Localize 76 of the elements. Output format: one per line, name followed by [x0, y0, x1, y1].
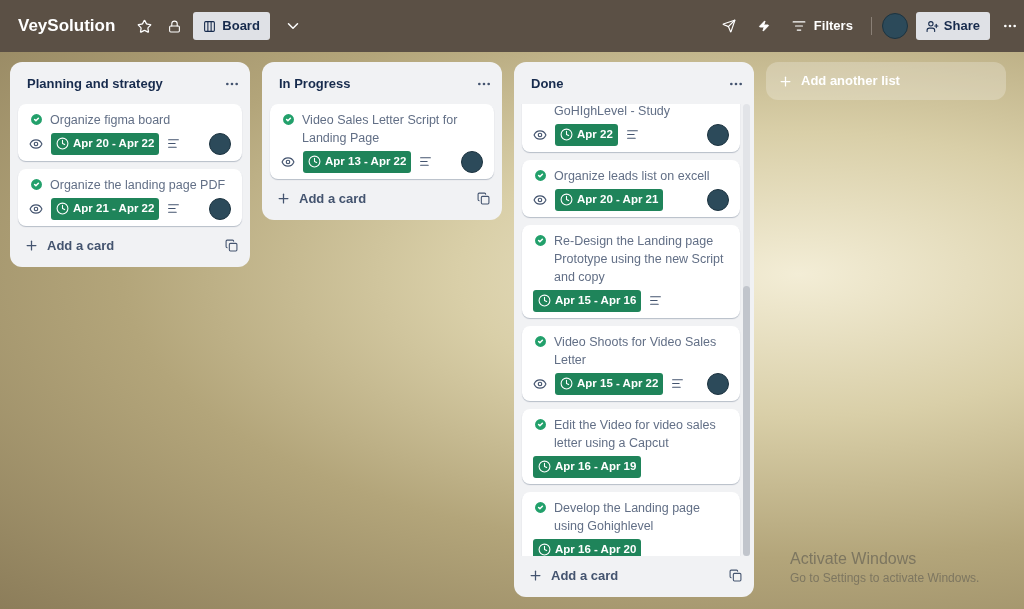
star-icon[interactable] — [137, 18, 153, 34]
avatar[interactable] — [209, 132, 231, 155]
add-card-button[interactable]: Add a card — [24, 235, 115, 255]
plus-icon — [276, 190, 291, 206]
filter-icon — [791, 19, 806, 33]
card[interactable]: GoHIghLevel - Study Apr 22 — [522, 103, 740, 152]
card[interactable]: Re-Design the Landing page Prototype using the new Script and copy Apr 15 - Apr 16 — [522, 224, 740, 318]
avatar[interactable] — [209, 197, 231, 220]
card-title: Organize figma board — [50, 111, 171, 129]
add-card-button[interactable]: Add a card — [276, 188, 367, 208]
check-icon[interactable] — [281, 111, 296, 127]
card[interactable]: Organize the landing page PDF Apr 21 - Apr 22 — [18, 168, 242, 226]
card[interactable]: Organize figma board Apr 20 - Apr 22 — [18, 103, 242, 161]
avatar[interactable] — [707, 188, 729, 211]
clock-icon — [560, 377, 573, 390]
filters-button[interactable]: Filters — [791, 16, 853, 36]
card[interactable]: Organize leads list on excell Apr 20 - Apr 21 — [522, 159, 740, 217]
template-icon[interactable] — [477, 191, 490, 205]
lock-icon[interactable] — [168, 19, 182, 33]
avatar[interactable] — [707, 123, 729, 146]
due-date-badge[interactable]: Apr 21 - Apr 22 — [51, 197, 160, 220]
template-icon[interactable] — [729, 568, 742, 582]
clock-icon — [56, 137, 69, 150]
card[interactable]: Video Shoots for Video Sales Letter Apr 15 - Apr 22 — [522, 325, 740, 401]
card[interactable]: Video Sales Letter Script for Landing Page Apr 13 - Apr 22 — [270, 103, 494, 179]
check-icon[interactable] — [533, 416, 548, 432]
due-date-badge[interactable]: Apr 20 - Apr 22 — [51, 132, 160, 155]
check-icon[interactable] — [29, 111, 44, 127]
board-view-button[interactable]: Board — [193, 12, 270, 40]
plus-icon — [528, 567, 543, 583]
plus-icon — [24, 237, 39, 253]
card[interactable]: Develop the Landing page using Gohighlevel Apr 16 - Apr 20 — [522, 491, 740, 556]
card-title: Develop the Landing page using Gohighlevel — [554, 499, 701, 535]
share-button[interactable]: Share — [915, 12, 990, 40]
template-icon[interactable] — [225, 238, 238, 252]
list-title[interactable]: In Progress — [279, 74, 351, 94]
card-title: Video Shoots for Video Sales Letter — [554, 333, 718, 369]
check-icon[interactable] — [29, 176, 44, 192]
avatar[interactable] — [707, 372, 729, 395]
scrollbar[interactable] — [743, 103, 750, 556]
due-date-badge[interactable]: Apr 13 - Apr 22 — [303, 150, 412, 173]
due-date-badge[interactable]: Apr 22 — [555, 123, 618, 146]
board-icon — [203, 19, 217, 33]
list-title[interactable]: Done — [531, 74, 564, 94]
clock-icon — [538, 294, 551, 307]
clock-icon — [560, 193, 573, 206]
clock-icon — [538, 543, 551, 556]
card-title: Organize the landing page PDF — [50, 176, 226, 194]
card-title: GoHIghLevel - Study — [554, 103, 671, 120]
check-icon[interactable] — [533, 232, 548, 248]
clock-icon — [538, 460, 551, 473]
send-icon[interactable] — [721, 19, 736, 33]
avatar[interactable] — [461, 150, 483, 173]
clock-icon — [56, 202, 69, 215]
lightning-icon[interactable] — [757, 20, 770, 32]
add-person-icon — [925, 19, 939, 33]
check-icon[interactable] — [533, 499, 548, 515]
activation-notice-title: Activate Windows — [790, 549, 918, 569]
card-title: Video Sales Letter Script for Landing Page — [302, 111, 459, 147]
due-date-badge[interactable]: Apr 16 - Apr 20 — [533, 538, 642, 556]
due-date-badge[interactable]: Apr 20 - Apr 21 — [555, 188, 664, 211]
add-card-button[interactable]: Add a card — [528, 565, 619, 585]
card[interactable]: Edit the Video for video sales letter using a Capcut Apr 16 - Apr 19 — [522, 408, 740, 484]
card-title: Organize leads list on excell — [554, 167, 710, 185]
list-title[interactable]: Planning and strategy — [27, 74, 163, 94]
board-title[interactable]: VeySolution — [18, 13, 116, 39]
card-title: Edit the Video for video sales letter using a Capcut — [554, 416, 717, 452]
due-date-badge[interactable]: Apr 16 - Apr 19 — [533, 455, 642, 478]
clock-icon — [308, 155, 321, 168]
check-icon[interactable] — [533, 167, 548, 183]
clock-icon — [560, 128, 573, 141]
check-icon[interactable] — [533, 333, 548, 349]
card-title: Re-Design the Landing page Prototype using the new Script and copy — [554, 232, 725, 286]
plus-icon — [778, 73, 793, 89]
due-date-badge[interactable]: Apr 15 - Apr 22 — [555, 372, 664, 395]
due-date-badge[interactable]: Apr 15 - Apr 16 — [533, 289, 642, 312]
